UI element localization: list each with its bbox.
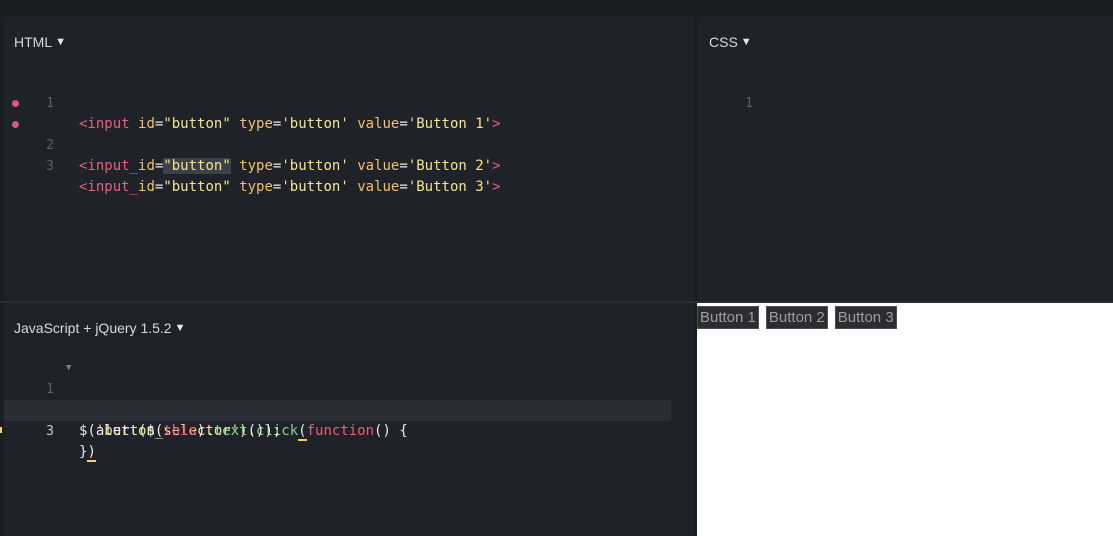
code-line[interactable]: 3 <input_id="button" type='button' value… [4,114,694,195]
dropdown-caret-icon[interactable]: ▼ [741,36,752,48]
code-line[interactable]: 2 <input_id="button" type='button' value… [4,93,694,174]
js-panel-header[interactable]: JavaScript + jQuery 1.5.2 ▼ [14,320,185,336]
line-content[interactable]: }) [79,442,96,463]
error-marker-icon[interactable] [12,100,19,107]
text-cursor [0,427,2,433]
css-panel-header[interactable]: CSS ▼ [709,34,752,50]
dropdown-caret-icon[interactable]: ▼ [55,36,66,48]
code-line[interactable]: 1 [697,72,1113,111]
html-panel-title: HTML [14,34,53,50]
line-content[interactable]: alert($(this).text()); [79,421,281,442]
js-panel-title: JavaScript + jQuery 1.5.2 [14,320,172,336]
css-panel-title: CSS [709,34,738,50]
result-button-2[interactable]: Button 2 [765,306,828,329]
html-code-area[interactable]: 1 <input id="button" type='button' value… [4,72,694,195]
line-number: 3 [46,424,54,439]
css-editor-panel[interactable]: CSS ▼ 1 [697,17,1113,301]
html-panel-header[interactable]: HTML ▼ [14,34,66,50]
top-bar [0,0,1113,17]
result-button-1[interactable]: Button 1 [697,306,759,329]
code-line[interactable]: 2 alert($(this).text()); [4,379,694,439]
result-button-row: Button 1 Button 2 Button 3 [697,306,897,329]
code-line[interactable]: 1 ▼ $('button_selector').click(function(… [4,358,694,441]
result-button-3[interactable]: Button 3 [834,306,897,329]
dropdown-caret-icon[interactable]: ▼ [175,322,186,334]
code-line-active[interactable]: 3 }) [4,400,671,462]
error-marker-icon[interactable] [12,121,19,128]
line-content[interactable]: <input_id="button" type='button' value='… [79,177,501,198]
result-panel[interactable]: Button 1 Button 2 Button 3 [697,303,1113,536]
line-number: 3 [46,159,54,174]
code-line[interactable]: 1 <input id="button" type='button' value… [4,72,694,132]
js-code-area[interactable]: 1 ▼ $('button_selector').click(function(… [4,358,694,462]
horizontal-splitter[interactable] [0,301,1113,303]
js-editor-panel[interactable]: JavaScript + jQuery 1.5.2 ▼ 1 ▼ $('butto… [4,303,694,536]
fold-arrow-icon[interactable]: ▼ [66,358,71,379]
css-code-area[interactable]: 1 [697,72,1113,111]
vertical-splitter[interactable] [694,17,697,536]
line-content[interactable]: <input_id="button" type='button' value='… [79,156,501,177]
line-number: 1 [745,96,753,111]
html-editor-panel[interactable]: HTML ▼ 1 <input id="button" type='button… [4,17,694,301]
